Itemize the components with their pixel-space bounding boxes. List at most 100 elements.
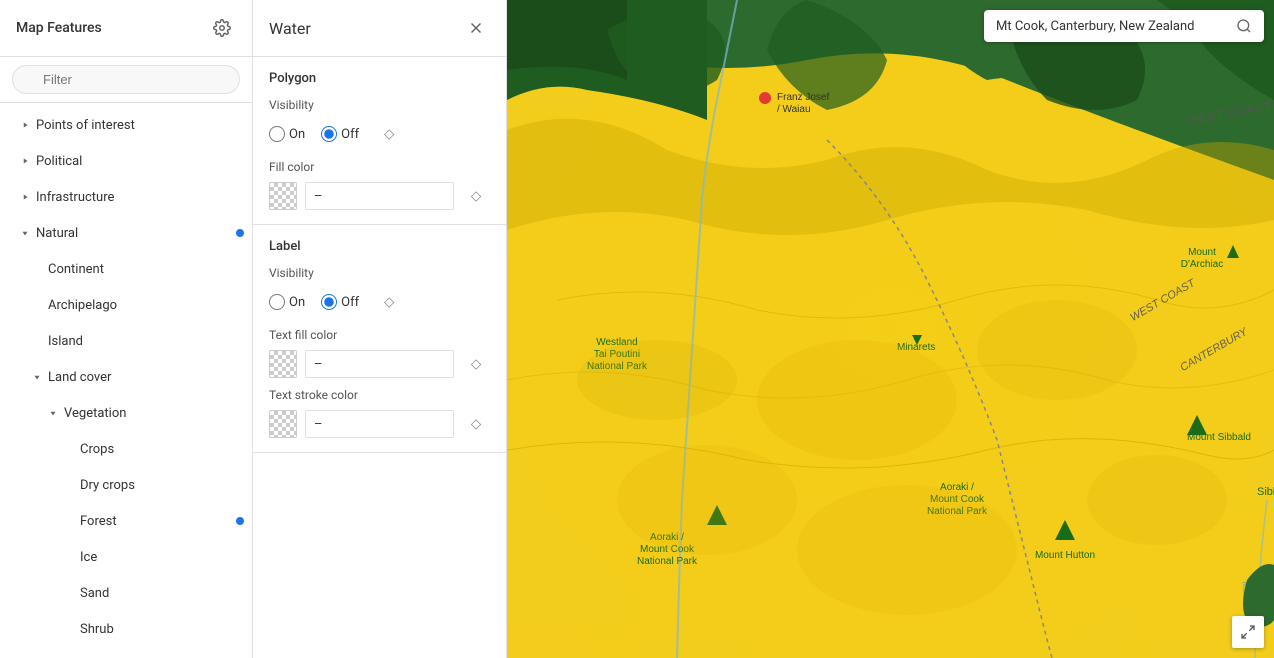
polygon-vis-on-label: On bbox=[289, 127, 305, 142]
expand-icon-natural bbox=[16, 224, 34, 242]
svg-text:Sibbald: Sibbald bbox=[1257, 486, 1274, 498]
tree-label-archipelago: Archipelago bbox=[48, 298, 244, 313]
expand-icon-continent bbox=[28, 260, 46, 278]
expand-icon-dry-crops bbox=[60, 476, 78, 494]
polygon-fill-color-row: – ◇ bbox=[269, 182, 490, 210]
polygon-visibility-on[interactable]: On bbox=[269, 126, 305, 142]
tree-item-ice[interactable]: Ice bbox=[0, 539, 252, 575]
polygon-fill-diamond[interactable]: ◇ bbox=[462, 182, 490, 210]
tree-label-ice: Ice bbox=[80, 550, 244, 565]
left-panel: Map Features Points of interest Political… bbox=[0, 0, 253, 658]
label-vis-diamond[interactable]: ◇ bbox=[375, 288, 403, 316]
tree-label-crops: Crops bbox=[80, 442, 244, 457]
expand-icon-vegetation bbox=[44, 404, 62, 422]
label-title: Label bbox=[269, 239, 490, 254]
tree-label-island: Island bbox=[48, 334, 244, 349]
tree-item-island[interactable]: Island bbox=[0, 323, 252, 359]
expand-icon-crops bbox=[60, 440, 78, 458]
tree-label-natural: Natural bbox=[36, 226, 232, 241]
expand-icon-archipelago bbox=[28, 296, 46, 314]
polygon-title: Polygon bbox=[269, 71, 490, 86]
dot-natural bbox=[236, 229, 244, 237]
tree-item-points-of-interest[interactable]: Points of interest bbox=[0, 107, 252, 143]
svg-text:Mount Hutton: Mount Hutton bbox=[1035, 550, 1095, 561]
tree-label-continent: Continent bbox=[48, 262, 244, 277]
label-visibility-group: On Off ◇ bbox=[269, 288, 490, 316]
tree-label-political: Political bbox=[36, 154, 244, 169]
expand-icon-political bbox=[16, 152, 34, 170]
tree-item-shrub[interactable]: Shrub bbox=[0, 611, 252, 647]
close-button[interactable] bbox=[462, 14, 490, 42]
tree-item-continent[interactable]: Continent bbox=[0, 251, 252, 287]
fullscreen-icon bbox=[1240, 624, 1256, 640]
svg-text:D'Archiac: D'Archiac bbox=[1181, 259, 1223, 270]
tree-label-shrub: Shrub bbox=[80, 622, 244, 637]
polygon-fill-swatch[interactable] bbox=[269, 182, 297, 210]
fullscreen-button[interactable] bbox=[1232, 616, 1264, 648]
polygon-vis-off-radio[interactable] bbox=[321, 126, 337, 142]
label-vis-on-label: On bbox=[289, 295, 305, 310]
tree-label-points-of-interest: Points of interest bbox=[36, 118, 244, 133]
tree-item-political[interactable]: Political bbox=[0, 143, 252, 179]
label-vis-off-label: Off bbox=[341, 295, 359, 310]
polygon-visibility-group: On Off ◇ bbox=[269, 120, 490, 148]
expand-icon-shrub bbox=[60, 620, 78, 638]
middle-panel: Water Polygon Visibility On Off ◇ Fill c… bbox=[253, 0, 507, 658]
map-area[interactable]: WEST COAST CANTERBURY WEST COAST CANTERB… bbox=[507, 0, 1274, 658]
water-panel-title: Water bbox=[269, 19, 311, 38]
label-vis-on-radio[interactable] bbox=[269, 294, 285, 310]
map-svg: WEST COAST CANTERBURY WEST COAST CANTERB… bbox=[507, 0, 1274, 658]
dot-forest bbox=[236, 517, 244, 525]
tree-label-sand: Sand bbox=[80, 586, 244, 601]
text-stroke-diamond[interactable]: ◇ bbox=[462, 410, 490, 438]
tree-item-vegetation[interactable]: Vegetation bbox=[0, 395, 252, 431]
label-visibility-on[interactable]: On bbox=[269, 294, 305, 310]
panel-header: Map Features bbox=[0, 0, 252, 57]
text-stroke-color-row: – ◇ bbox=[269, 410, 490, 438]
gear-button[interactable] bbox=[208, 14, 236, 42]
label-visibility-off[interactable]: Off bbox=[321, 294, 359, 310]
text-fill-color-row: – ◇ bbox=[269, 350, 490, 378]
tree-item-crops[interactable]: Crops bbox=[0, 431, 252, 467]
tree-item-tundra[interactable]: Tundra bbox=[0, 647, 252, 658]
polygon-vis-off-label: Off bbox=[341, 127, 359, 142]
tree-label-forest: Forest bbox=[80, 514, 232, 529]
polygon-fill-color-label: Fill color bbox=[269, 160, 490, 174]
tree-item-natural[interactable]: Natural bbox=[0, 215, 252, 251]
text-stroke-color-label: Text stroke color bbox=[269, 388, 490, 402]
svg-text:/ Waiau: / Waiau bbox=[777, 104, 811, 115]
tree-label-land-cover: Land cover bbox=[48, 370, 244, 385]
tree-item-forest[interactable]: Forest bbox=[0, 503, 252, 539]
text-fill-swatch[interactable] bbox=[269, 350, 297, 378]
search-icon bbox=[1236, 18, 1252, 34]
polygon-visibility-label: Visibility bbox=[269, 98, 490, 112]
polygon-fill-value[interactable]: – bbox=[305, 182, 454, 210]
expand-icon-ice bbox=[60, 548, 78, 566]
tree-label-dry-crops: Dry crops bbox=[80, 478, 244, 493]
tree-list: Points of interest Political Infrastructur… bbox=[0, 103, 252, 658]
map-search-text: Mt Cook, Canterbury, New Zealand bbox=[996, 19, 1236, 34]
expand-icon-island bbox=[28, 332, 46, 350]
tree-item-infrastructure[interactable]: Infrastructure bbox=[0, 179, 252, 215]
tree-item-archipelago[interactable]: Archipelago bbox=[0, 287, 252, 323]
text-fill-color-label: Text fill color bbox=[269, 328, 490, 342]
map-search-bar[interactable]: Mt Cook, Canterbury, New Zealand bbox=[984, 10, 1264, 42]
tree-item-land-cover[interactable]: Land cover bbox=[0, 359, 252, 395]
polygon-vis-on-radio[interactable] bbox=[269, 126, 285, 142]
filter-bar bbox=[0, 57, 252, 103]
tree-item-dry-crops[interactable]: Dry crops bbox=[0, 467, 252, 503]
filter-input[interactable] bbox=[12, 65, 240, 94]
text-stroke-value[interactable]: – bbox=[305, 410, 454, 438]
polygon-visibility-off[interactable]: Off bbox=[321, 126, 359, 142]
text-fill-diamond[interactable]: ◇ bbox=[462, 350, 490, 378]
polygon-vis-diamond[interactable]: ◇ bbox=[375, 120, 403, 148]
expand-icon-land-cover bbox=[28, 368, 46, 386]
text-stroke-swatch[interactable] bbox=[269, 410, 297, 438]
panel-title: Map Features bbox=[16, 20, 102, 36]
tree-label-vegetation: Vegetation bbox=[64, 406, 244, 421]
text-fill-value[interactable]: – bbox=[305, 350, 454, 378]
tree-item-sand[interactable]: Sand bbox=[0, 575, 252, 611]
label-section: Label Visibility On Off ◇ Text fill colo… bbox=[253, 225, 506, 453]
label-vis-off-radio[interactable] bbox=[321, 294, 337, 310]
expand-icon-sand bbox=[60, 584, 78, 602]
